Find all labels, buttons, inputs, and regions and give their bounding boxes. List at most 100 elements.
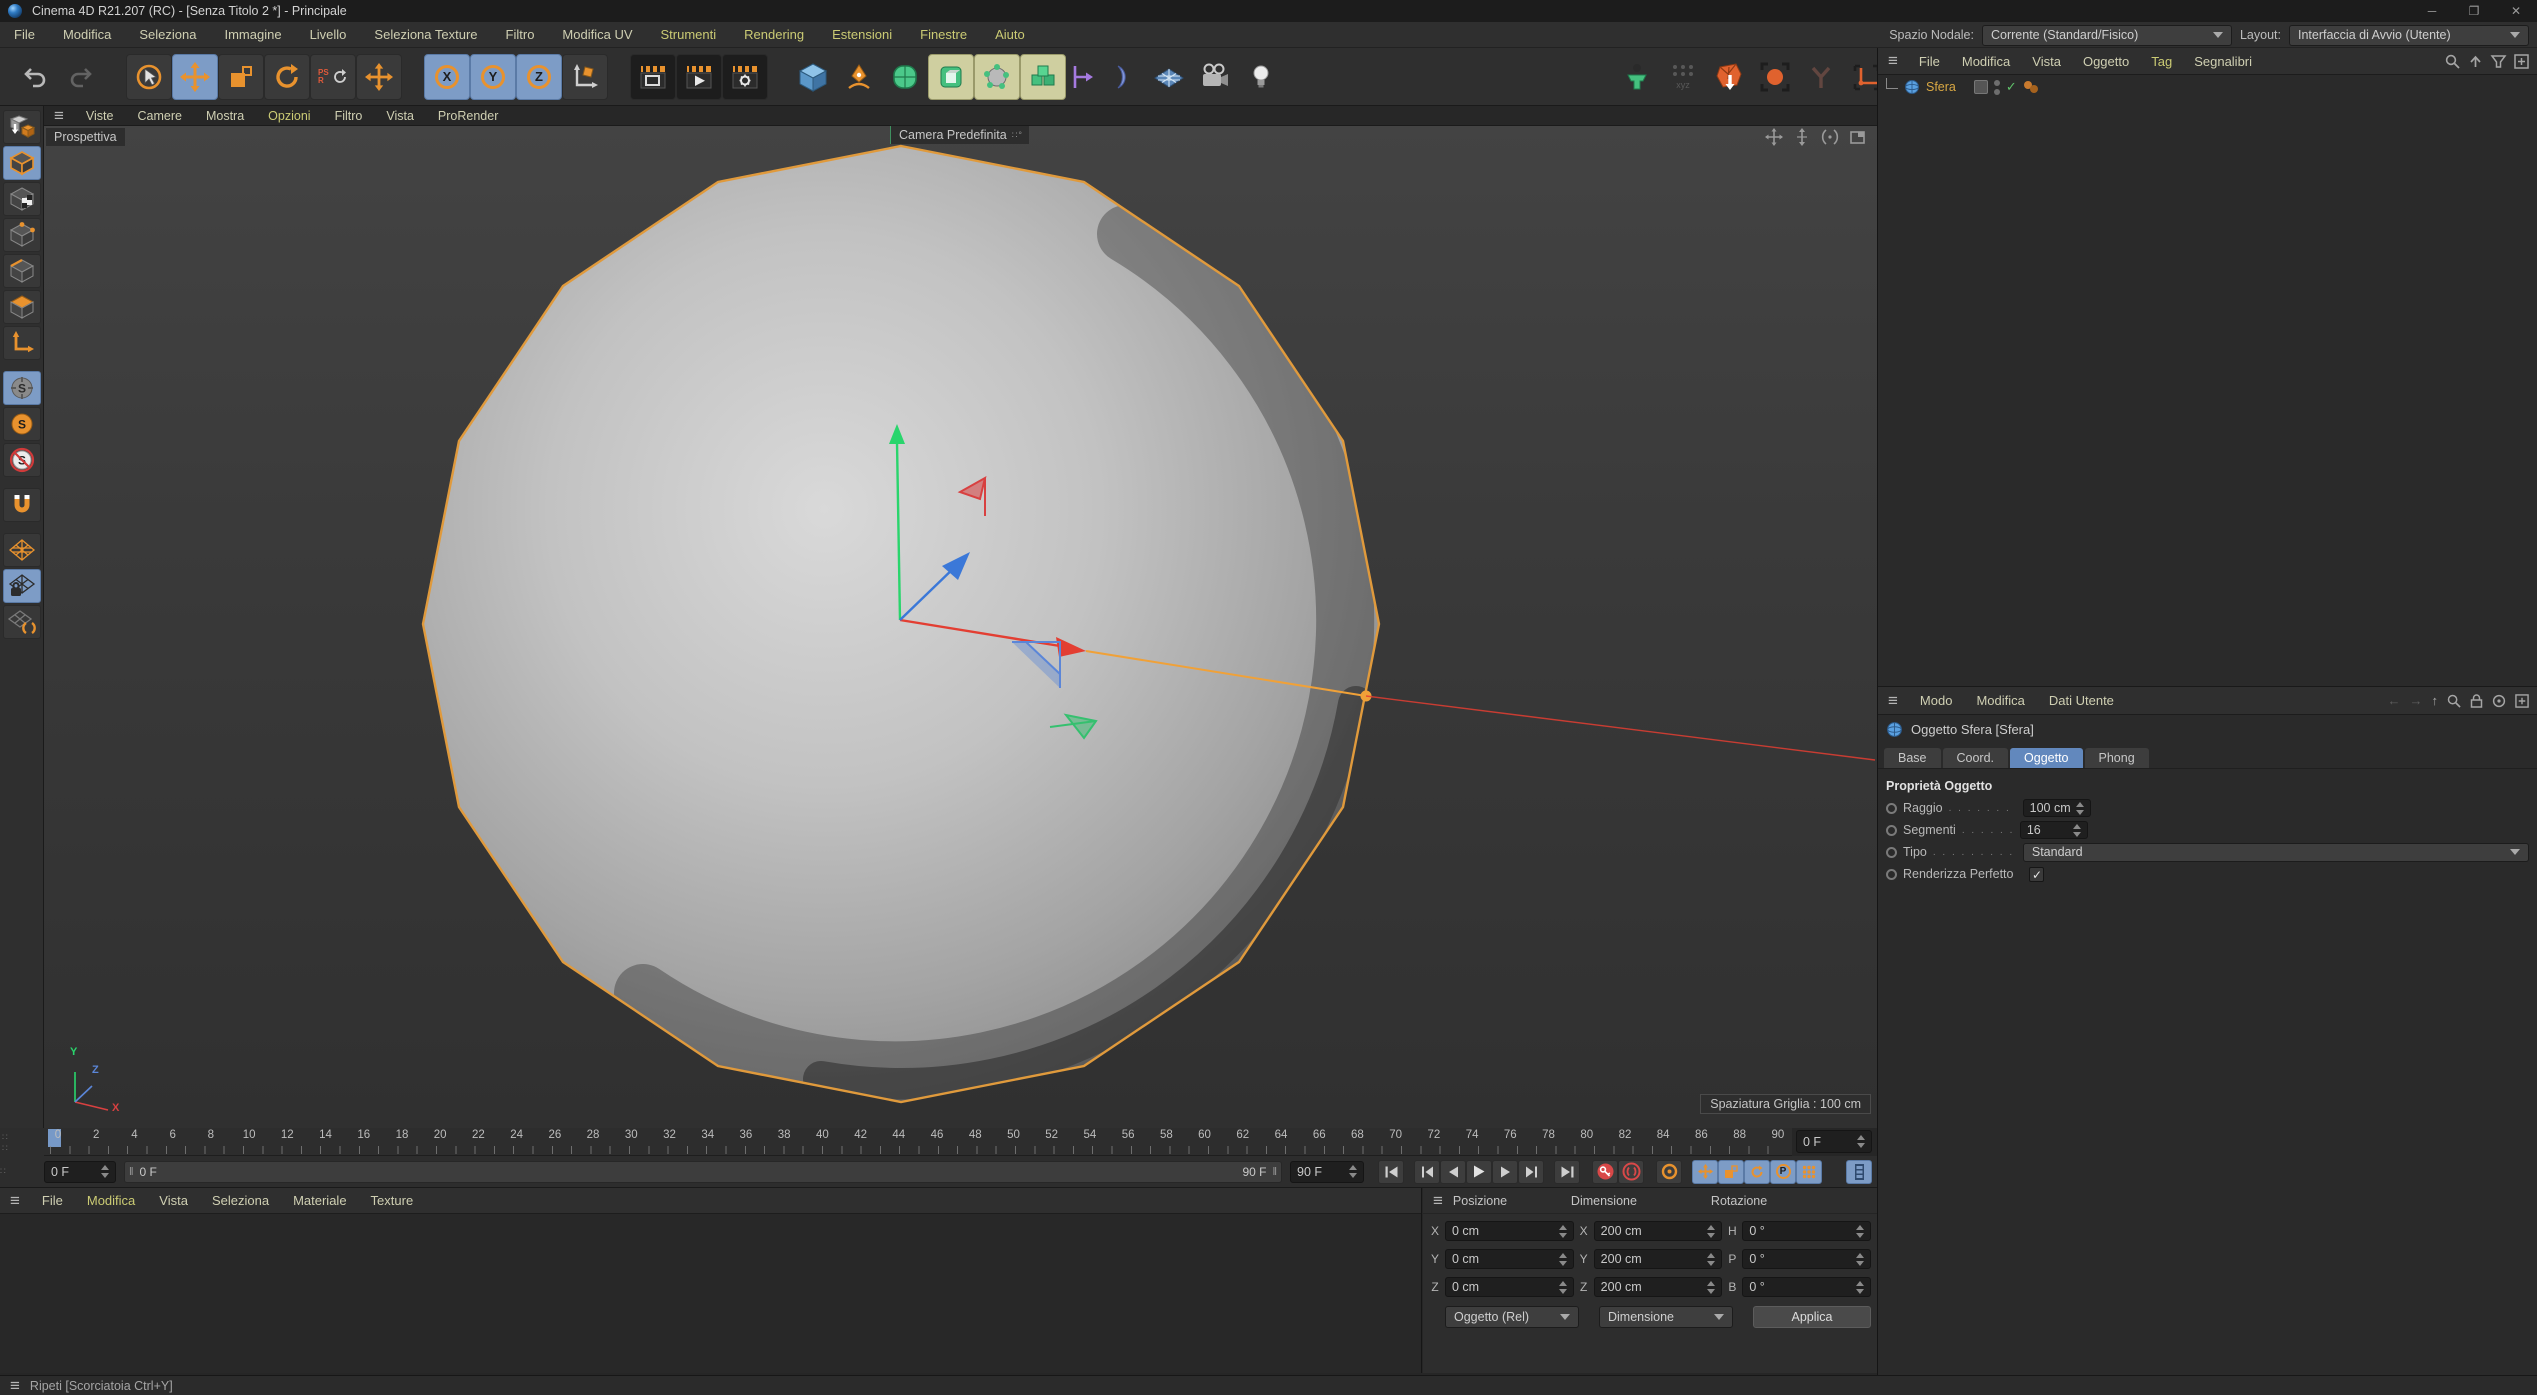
scale-button[interactable] <box>218 54 264 100</box>
deformer-button[interactable] <box>974 54 1020 100</box>
keyframe-settings-button[interactable] <box>1656 1160 1682 1184</box>
stepper-icon[interactable] <box>1555 1225 1567 1238</box>
size-x-input[interactable]: 200 cm <box>1594 1221 1723 1241</box>
object-manager-panel-menu-icon[interactable]: ≡ <box>1878 51 1908 71</box>
menu-livello[interactable]: Livello <box>296 27 361 42</box>
forward-arrow-icon[interactable]: → <box>2410 693 2423 708</box>
om-menu-tag[interactable]: Tag <box>2140 54 2183 69</box>
mat-menu-seleziona[interactable]: Seleziona <box>200 1193 281 1208</box>
size-y-input[interactable]: 200 cm <box>1594 1249 1723 1269</box>
menu-modifica-uv[interactable]: Modifica UV <box>548 27 646 42</box>
vp-menu-viste[interactable]: Viste <box>74 109 126 123</box>
pos-x-input[interactable]: 0 cm <box>1445 1221 1574 1241</box>
timeline-ruler[interactable]: 0246810121416182022242628303234363840424… <box>44 1128 1792 1156</box>
stepper-icon[interactable] <box>97 1165 109 1178</box>
stepper-icon[interactable] <box>1703 1225 1715 1238</box>
object-manager-tree[interactable]: Sfera ✓ <box>1878 75 2537 687</box>
filter-funnel-icon[interactable] <box>2491 54 2506 69</box>
add-view-icon[interactable] <box>2514 54 2529 69</box>
pen-spline-button[interactable] <box>836 54 882 100</box>
stepper-icon[interactable] <box>2069 824 2081 837</box>
end-frame-input[interactable]: 90 F <box>1290 1161 1364 1183</box>
renderizza-perfetto-checkbox[interactable]: ✓ <box>2029 867 2044 882</box>
xyz-pose-button[interactable]: xyz <box>1660 54 1706 100</box>
live-selection-button[interactable] <box>126 54 172 100</box>
model-mode-button[interactable] <box>3 146 41 180</box>
keyframe-ring-icon[interactable] <box>1886 869 1897 880</box>
volume-button[interactable] <box>1706 54 1752 100</box>
frame-field[interactable]: 0 F <box>1796 1130 1872 1153</box>
record-key-button[interactable] <box>1592 1160 1618 1184</box>
prev-frame-button[interactable] <box>1440 1160 1466 1184</box>
play-button[interactable] <box>1466 1160 1492 1184</box>
menu-immagine[interactable]: Immagine <box>210 27 295 42</box>
prev-key-button[interactable] <box>1414 1160 1440 1184</box>
redo-button[interactable] <box>58 54 104 100</box>
key-rotation-button[interactable] <box>1744 1160 1770 1184</box>
current-frame-input[interactable]: 0 F <box>44 1161 116 1183</box>
target-icon[interactable] <box>2492 694 2506 708</box>
pan-view-icon[interactable] <box>1765 128 1783 146</box>
rotate-view-icon[interactable] <box>1821 128 1839 146</box>
layer-swatch[interactable] <box>1974 80 1988 94</box>
lock-z-axis-button[interactable]: Z <box>516 54 562 100</box>
am-menu-modifica[interactable]: Modifica <box>1964 693 2036 708</box>
joint-button[interactable] <box>1798 54 1844 100</box>
menu-aiuto[interactable]: Aiuto <box>981 27 1039 42</box>
stepper-icon[interactable] <box>1852 1281 1864 1294</box>
autokey-button[interactable] <box>1618 1160 1644 1184</box>
vp-menu-filtro[interactable]: Filtro <box>323 109 375 123</box>
pos-y-input[interactable]: 0 cm <box>1445 1249 1574 1269</box>
range-start-handle[interactable]: ‖ <box>129 1166 134 1178</box>
om-menu-vista[interactable]: Vista <box>2021 54 2072 69</box>
mat-menu-vista[interactable]: Vista <box>147 1193 200 1208</box>
tab-phong[interactable]: Phong <box>2085 748 2149 768</box>
timeline-range-slider[interactable]: ‖ 0 F 90 F ‖ <box>124 1161 1282 1183</box>
phong-tag-icon[interactable] <box>2023 80 2039 94</box>
maximize-button[interactable]: ❐ <box>2453 4 2495 18</box>
timeline-grip[interactable]: ∷∷ <box>0 1128 44 1156</box>
texture-mode-button[interactable] <box>3 182 41 216</box>
am-menu-dati-utente[interactable]: Dati Utente <box>2037 693 2126 708</box>
camera-options-icon[interactable]: ∷° <box>1012 130 1023 141</box>
goto-end-button[interactable] <box>1554 1160 1580 1184</box>
viewport-canvas[interactable]: Y X Z Prospettiva Camera Predefinita ∷° <box>44 126 1877 1128</box>
mat-menu-modifica[interactable]: Modifica <box>75 1193 147 1208</box>
generator-button[interactable] <box>928 54 974 100</box>
tab-coord[interactable]: Coord. <box>1943 748 2009 768</box>
maximize-view-icon[interactable] <box>1849 128 1867 146</box>
key-scale-button[interactable] <box>1718 1160 1744 1184</box>
om-menu-modifica[interactable]: Modifica <box>1951 54 2021 69</box>
floor-button[interactable] <box>1146 54 1192 100</box>
stepper-icon[interactable] <box>2072 802 2084 815</box>
mat-menu-materiale[interactable]: Materiale <box>281 1193 358 1208</box>
field-button[interactable] <box>1100 54 1146 100</box>
disable-snap-button[interactable]: S <box>3 443 41 477</box>
node-space-select[interactable]: Corrente (Standard/Fisico) <box>1982 25 2232 46</box>
stepper-icon[interactable] <box>1852 1253 1864 1266</box>
lock-workplane-button[interactable] <box>3 569 41 603</box>
object-row-sfera[interactable]: Sfera ✓ <box>1878 75 2537 99</box>
vp-menu-vista[interactable]: Vista <box>374 109 426 123</box>
om-menu-file[interactable]: File <box>1908 54 1951 69</box>
range-end-handle[interactable]: ‖ <box>1272 1166 1277 1178</box>
menu-rendering[interactable]: Rendering <box>730 27 818 42</box>
render-picture-viewer-button[interactable] <box>676 54 722 100</box>
make-editable-button[interactable] <box>3 110 41 144</box>
undo-button[interactable] <box>12 54 58 100</box>
lock-icon[interactable] <box>2470 694 2483 708</box>
render-view-button[interactable] <box>630 54 676 100</box>
vp-menu-mostra[interactable]: Mostra <box>194 109 256 123</box>
menu-finestre[interactable]: Finestre <box>906 27 981 42</box>
stepper-icon[interactable] <box>1852 1225 1864 1238</box>
subdivision-surface-button[interactable] <box>882 54 928 100</box>
attribute-manager-panel-menu-icon[interactable]: ≡ <box>1878 691 1908 711</box>
tab-base[interactable]: Base <box>1884 748 1941 768</box>
view-label[interactable]: Prospettiva <box>46 128 125 146</box>
rot-p-input[interactable]: 0 ° <box>1742 1249 1871 1269</box>
workplane-button[interactable] <box>3 533 41 567</box>
menu-modifica[interactable]: Modifica <box>49 27 125 42</box>
viewport-panel-menu-icon[interactable]: ≡ <box>44 106 74 126</box>
camera-label[interactable]: Camera Predefinita ∷° <box>890 126 1029 144</box>
rot-h-input[interactable]: 0 ° <box>1742 1221 1871 1241</box>
